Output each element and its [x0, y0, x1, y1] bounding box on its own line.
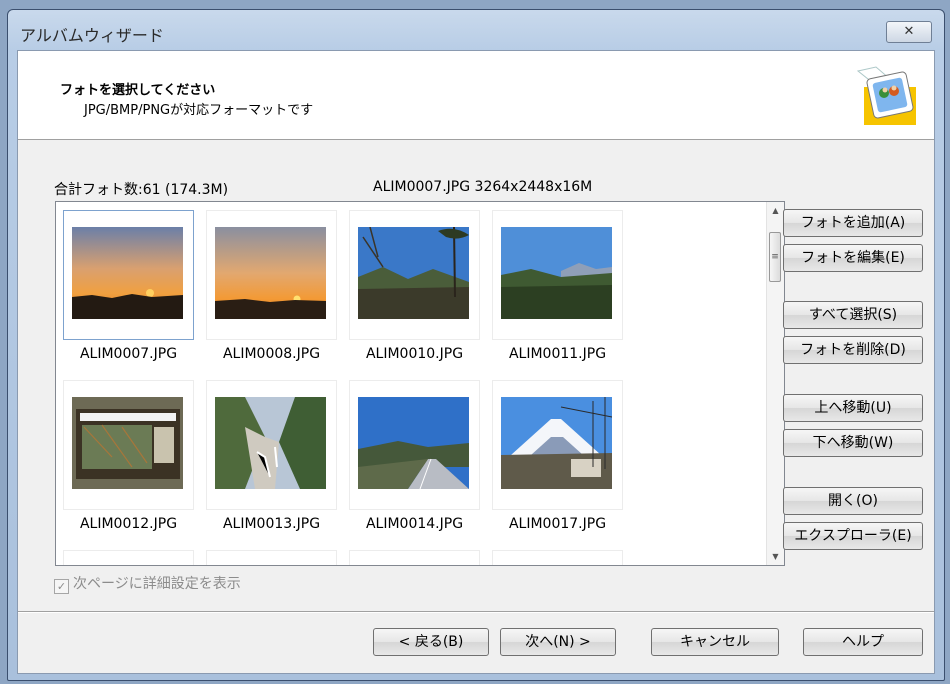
select-all-button[interactable]: すべて選択(S) [783, 301, 923, 329]
thumbnail-frame [349, 550, 480, 565]
add-photo-button[interactable]: フォトを追加(A) [783, 209, 923, 237]
thumbnail-caption: ALIM0017.JPG [508, 516, 607, 532]
thumbnail-caption: ALIM0013.JPG [222, 516, 321, 532]
thumbnail-caption: ALIM0012.JPG [79, 516, 178, 532]
show-details-checkbox[interactable]: ✓ 次ページに詳細設定を表示 [54, 573, 241, 594]
open-button[interactable]: 開く(O) [783, 487, 923, 515]
page-heading: フォトを選択してください [60, 83, 216, 98]
forest-valley-photo [215, 397, 326, 489]
move-up-button[interactable]: 上へ移動(U) [783, 394, 923, 422]
photo-thumbnail[interactable]: ALIM0014.JPG [349, 380, 480, 532]
help-button[interactable]: ヘルプ [803, 628, 923, 656]
close-icon: ✕ [903, 24, 915, 39]
scroll-down-arrow-icon[interactable]: ▼ [767, 548, 784, 565]
photo-thumbnail[interactable]: ALIM0013.JPG [206, 380, 337, 532]
photo-thumbnail[interactable] [63, 550, 194, 565]
explorer-button[interactable]: エクスプローラ(E) [783, 522, 923, 550]
photo-thumbnail[interactable] [492, 550, 623, 565]
thumbnail-caption: ALIM0008.JPG [222, 346, 321, 362]
thumbnail-caption: ALIM0007.JPG [79, 346, 178, 362]
photo-list[interactable]: ALIM0007.JPG ALIM0008.JPG ALIM0010.JPG A… [55, 201, 785, 566]
scroll-thumb[interactable]: ≡ [769, 232, 781, 282]
photo-thumbnail[interactable]: ALIM0012.JPG [63, 380, 194, 532]
photo-thumbnail[interactable]: ALIM0007.JPG [63, 210, 194, 362]
photo-album-icon [856, 66, 916, 125]
sunset-photo [215, 227, 326, 319]
thumbnail-caption: ALIM0010.JPG [365, 346, 464, 362]
album-wizard-window: アルバムウィザード ✕ フォトを選択してください JPG/BMP/PNGが対応フ… [7, 9, 945, 681]
checkbox-checkmark-icon: ✓ [54, 579, 69, 594]
thumbnail-caption: ALIM0011.JPG [508, 346, 607, 362]
cancel-button[interactable]: キャンセル [651, 628, 779, 656]
mountain-road-photo [358, 397, 469, 489]
wizard-client-area: フォトを選択してください JPG/BMP/PNGが対応フォーマットです 合計フォ… [17, 50, 935, 674]
photo-thumbnail[interactable] [349, 550, 480, 565]
next-button[interactable]: 次へ(N) > [500, 628, 616, 656]
sunset-photo [72, 227, 183, 319]
thumbnail-caption: ALIM0014.JPG [365, 516, 464, 532]
mountain-tree-photo [358, 227, 469, 319]
mount-fuji-photo [501, 397, 612, 489]
show-details-label: 次ページに詳細設定を表示 [73, 576, 241, 592]
edit-photo-button[interactable]: フォトを編集(E) [783, 244, 923, 272]
move-down-button[interactable]: 下へ移動(W) [783, 429, 923, 457]
wizard-header: フォトを選択してください JPG/BMP/PNGが対応フォーマットです [18, 51, 934, 140]
total-photo-count: 合計フォト数:61 (174.3M) [54, 182, 229, 198]
window-title: アルバムウィザード [20, 26, 164, 45]
delete-photo-button[interactable]: フォトを削除(D) [783, 336, 923, 364]
vertical-scrollbar[interactable]: ▲ ≡ ▼ [766, 202, 784, 565]
photo-thumbnail[interactable]: ALIM0008.JPG [206, 210, 337, 362]
mountain-forest-photo [501, 227, 612, 319]
signboard-photo [72, 397, 183, 489]
thumbnail-frame [492, 550, 623, 565]
back-button[interactable]: < 戻る(B) [373, 628, 489, 656]
thumbnail-frame [206, 550, 337, 565]
photo-thumbnail[interactable] [206, 550, 337, 565]
thumbnail-frame [63, 550, 194, 565]
photo-thumbnail[interactable]: ALIM0010.JPG [349, 210, 480, 362]
page-subtitle: JPG/BMP/PNGが対応フォーマットです [84, 103, 314, 118]
scroll-up-arrow-icon[interactable]: ▲ [767, 202, 784, 219]
close-button[interactable]: ✕ [886, 21, 932, 43]
photo-thumbnail[interactable]: ALIM0011.JPG [492, 210, 623, 362]
selected-photo-info: ALIM0007.JPG 3264x2448x16M [373, 179, 593, 195]
photo-thumbnail[interactable]: ALIM0017.JPG [492, 380, 623, 532]
footer-separator [18, 611, 934, 613]
